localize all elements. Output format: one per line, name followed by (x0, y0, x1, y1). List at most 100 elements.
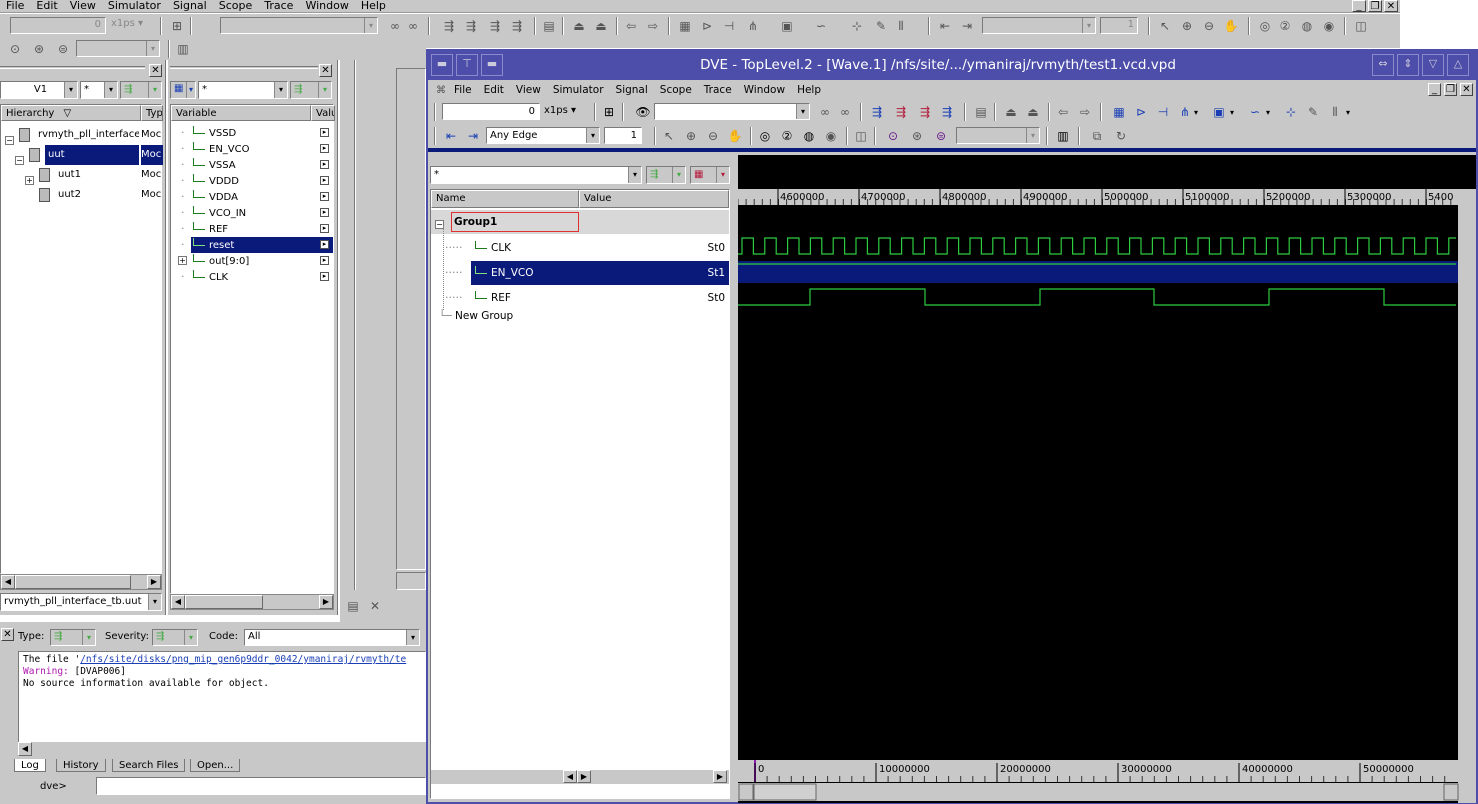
marker-combo[interactable]: ▾ (956, 127, 1040, 144)
variable-item[interactable]: · reset ▸ (171, 237, 335, 253)
variable-hscroll[interactable]: ◀ ▶ (170, 594, 334, 610)
type-filter[interactable]: ⇶ ▾ (50, 629, 96, 646)
forward-icon[interactable]: ⇨ (1076, 103, 1094, 121)
bg-prev-edge-icon[interactable]: ⇤ (936, 17, 954, 35)
compare-icon[interactable]: ⧉ (1088, 127, 1106, 145)
bus-icon[interactable]: ⫴ (1326, 103, 1344, 121)
bg-pen-icon[interactable]: ✎ (872, 17, 890, 35)
hierarchy-filter-type[interactable]: ⇶ ▾ (120, 81, 162, 99)
pointer-icon[interactable]: ↖ (660, 127, 678, 145)
new-group-row[interactable]: └─ New Group (439, 310, 513, 322)
waveform-extra-icon[interactable]: ◫ (852, 127, 870, 145)
bg-goto-icon[interactable]: ⊙ (6, 40, 24, 58)
zoom-half-icon[interactable]: ◍ (800, 127, 818, 145)
scroll-left-icon[interactable]: ◀ (171, 595, 185, 609)
scroll-right-icon[interactable]: ▶ (147, 575, 161, 589)
signal-row[interactable]: ····· CLK St0 (431, 236, 729, 260)
zoom-in-icon[interactable]: ⊕ (682, 127, 700, 145)
waveform-canvas[interactable]: 4600000 4700000 4800000 4900000 5000000 51000… (738, 155, 1476, 803)
signal-hscroll[interactable]: ◀ ▶ ▶ (431, 770, 729, 784)
bg-time-field[interactable]: 0 (10, 17, 106, 34)
next-edge-icon[interactable]: ⇥ (464, 127, 482, 145)
binoculars-icon[interactable]: 👁 (634, 103, 652, 121)
wave-time-field[interactable]: 0 (442, 103, 540, 120)
bg-net-icon[interactable]: ⊹ (848, 17, 866, 35)
variable-hscroll-thumb[interactable] (185, 595, 263, 609)
bg-next-edge-icon[interactable]: ⇥ (958, 17, 976, 35)
bg-find-icon[interactable]: ⊞ (168, 17, 186, 35)
expand-icon[interactable]: + (25, 176, 34, 185)
maximize-vertical-icon[interactable]: ⇕ (1397, 54, 1419, 76)
waveform-vscroll[interactable] (1458, 189, 1476, 803)
hand-icon[interactable]: ✋ (726, 127, 744, 145)
variable-col-header[interactable]: Variable (171, 105, 311, 121)
find-signal-icon[interactable]: ⊞ (600, 103, 618, 121)
bg-trace-icon[interactable]: ⇶ (440, 17, 458, 35)
group-name[interactable]: Group1 (451, 212, 579, 232)
zoom-2-icon[interactable]: ② (778, 127, 796, 145)
console-tab-history[interactable]: History (56, 759, 106, 772)
bg-zoom-2-icon[interactable]: ② (1276, 17, 1294, 35)
scroll-left-icon[interactable]: ◀ (1, 575, 15, 589)
overview-ruler[interactable] (738, 760, 1458, 782)
bg-marker-combo[interactable]: ▾ (76, 40, 160, 57)
scroll-left-icon[interactable]: ◀ (563, 770, 577, 783)
bg-hand-icon[interactable]: ✋ (1222, 17, 1240, 35)
menu-trace[interactable]: Trace (264, 0, 293, 12)
variable-item[interactable]: · REF ▸ (171, 221, 335, 237)
maximize-horizontal-icon[interactable]: ⇔ (1372, 54, 1394, 76)
bg-path-icon[interactable]: ⋔ (744, 17, 762, 35)
zoom-fit-icon[interactable]: ◎ (756, 127, 774, 145)
edge-type-combo[interactable]: Any Edge ▾ (486, 127, 600, 144)
add-to-wave-icon[interactable]: ▸ (320, 208, 329, 217)
console-tab-search-files[interactable]: Search Files (112, 759, 186, 772)
window-menu-icon[interactable]: ▬ (431, 54, 453, 76)
bg-binoc-icon[interactable]: ∞ (386, 17, 404, 35)
variable-item[interactable]: · VSSD ▸ (171, 125, 335, 141)
push-icon[interactable]: ⏏ (1002, 103, 1020, 121)
menu-file[interactable]: File (454, 84, 472, 96)
hierarchy-hscroll-thumb[interactable] (15, 575, 131, 589)
add-to-wave-icon[interactable]: ▸ (320, 240, 329, 249)
signal-filter-type[interactable]: ⇶ ▾ (646, 166, 686, 184)
menu-signal[interactable]: Signal (173, 0, 207, 12)
list-view-icon[interactable]: ▦ (1110, 103, 1128, 121)
variable-item[interactable]: · VCO_IN ▸ (171, 205, 335, 221)
minimize-icon[interactable]: ▽ (1422, 54, 1444, 76)
module-icon[interactable]: ⊳ (1132, 103, 1150, 121)
menu-edit[interactable]: Edit (484, 84, 504, 96)
bg-goto2-icon[interactable]: ⊛ (30, 40, 48, 58)
menu-help[interactable]: Help (797, 84, 821, 96)
bg-module-icon[interactable]: ⊳ (698, 17, 716, 35)
add-to-wave-icon[interactable]: ▸ (320, 176, 329, 185)
scroll-right-icon[interactable]: ▶ (319, 595, 333, 609)
bg-minimize-button[interactable]: _ (1352, 0, 1366, 12)
scroll-left-icon[interactable] (738, 783, 754, 801)
add-to-wave-icon[interactable]: ▸ (320, 192, 329, 201)
variable-filter[interactable]: * ▾ (198, 81, 288, 99)
bg-bus-icon[interactable]: ⫴ (892, 17, 910, 35)
variable-item[interactable]: · VDDD ▸ (171, 173, 335, 189)
variable-item[interactable]: · VDDA ▸ (171, 189, 335, 205)
search-next-icon[interactable]: ∞ (836, 103, 854, 121)
scroll-right-icon[interactable]: ▶ (577, 770, 591, 783)
search-prev-icon[interactable]: ∞ (816, 103, 834, 121)
bg-trace4-icon[interactable]: ⇶ (508, 17, 526, 35)
memory-icon[interactable]: ∽ (1246, 103, 1264, 121)
hierarchy-col-header[interactable]: Hierarchy ▽ (1, 105, 141, 121)
shade-icon[interactable]: ▬ (481, 54, 503, 76)
menu-window[interactable]: Window (305, 0, 348, 12)
bg-goto3-icon[interactable]: ⊜ (54, 40, 72, 58)
file-link[interactable]: /nfs/site/disks/png_mip_gen6p9ddr_0042/y… (80, 654, 406, 665)
console-tab-open[interactable]: Open... (190, 759, 241, 772)
group-row[interactable]: − Group1 (431, 210, 729, 234)
type-col-header[interactable]: Type (141, 105, 163, 121)
waveform-hscroll[interactable] (738, 783, 1476, 801)
bg-down-icon[interactable]: ⏏ (592, 17, 610, 35)
add-to-wave-icon[interactable]: ▸ (320, 272, 329, 281)
signal-row[interactable]: ····· EN_VCO St1 (431, 261, 729, 285)
scroll-right-icon[interactable]: ▶ (713, 770, 727, 783)
hierarchy-item[interactable]: − rvmyth_pll_interface... Moc (1, 125, 163, 145)
add-to-wave-icon[interactable]: ▸ (320, 128, 329, 137)
doc-icon[interactable]: ▤ (972, 103, 990, 121)
